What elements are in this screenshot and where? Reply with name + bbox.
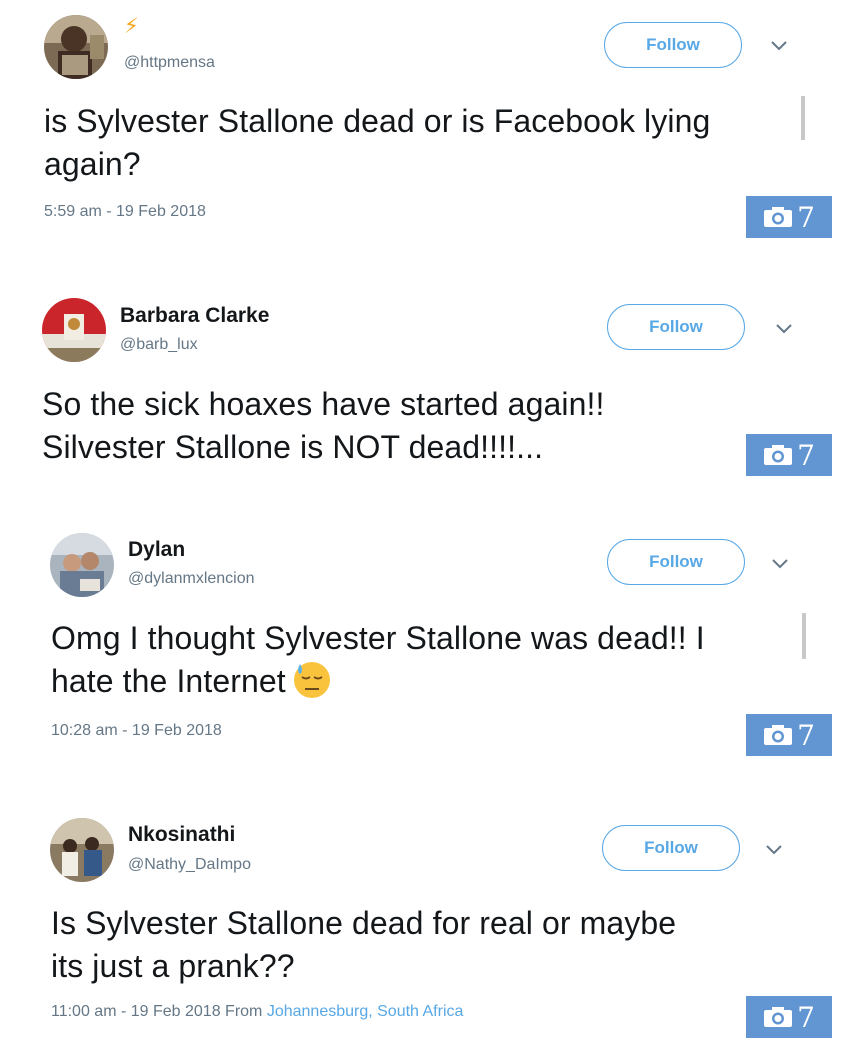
- camera-icon: [763, 444, 793, 466]
- display-name[interactable]: Barbara Clarke: [120, 304, 269, 328]
- user-handle[interactable]: @dylanmxlencion: [128, 570, 255, 588]
- avatar[interactable]: [50, 533, 114, 597]
- user-handle[interactable]: @barb_lux: [120, 336, 198, 354]
- timestamp[interactable]: 10:28 am - 19 Feb 2018: [51, 722, 222, 740]
- tweet-text-line-part: hate the Internet: [51, 663, 286, 699]
- avatar[interactable]: [50, 818, 114, 882]
- user-handle[interactable]: @Nathy_DaImpo: [128, 856, 251, 874]
- tweet-text-line: its just a prank??: [51, 948, 295, 984]
- emoji-downcast-sweat-icon: [292, 660, 332, 711]
- text-cursor-mark: [801, 96, 805, 140]
- display-name[interactable]: ⚡: [124, 14, 139, 39]
- tweet-text: Omg I thought Sylvester Stallone was dea…: [51, 617, 705, 711]
- chevron-down-icon[interactable]: [770, 40, 788, 52]
- text-cursor-mark: [802, 613, 806, 659]
- tweet-text-line: Is Sylvester Stallone dead for real or m…: [51, 905, 677, 941]
- camera-icon: [763, 206, 793, 228]
- photo-count: 7: [797, 718, 815, 752]
- photo-count-badge[interactable]: 7: [746, 714, 832, 756]
- tweet-text: is Sylvester Stallone dead or is Faceboo…: [44, 100, 710, 186]
- chevron-down-icon[interactable]: [771, 558, 789, 570]
- tweet-text-line: again?: [44, 146, 141, 182]
- timestamp[interactable]: 5:59 am - 19 Feb 2018: [44, 203, 206, 221]
- follow-button[interactable]: Follow: [602, 825, 740, 871]
- follow-button[interactable]: Follow: [604, 22, 742, 68]
- tweet-text-line: hate the Internet: [51, 660, 705, 711]
- tweet-text-line: Silvester Stallone is NOT dead!!!!...: [42, 429, 544, 465]
- display-name[interactable]: Nkosinathi: [128, 823, 235, 847]
- location-link[interactable]: Johannesburg, South Africa: [267, 1003, 464, 1020]
- timestamp-text[interactable]: 11:00 am - 19 Feb 2018 From: [51, 1003, 262, 1020]
- photo-count-badge[interactable]: 7: [746, 196, 832, 238]
- camera-icon: [763, 1006, 793, 1028]
- tweet-text-line: is Sylvester Stallone dead or is Faceboo…: [44, 103, 711, 139]
- user-handle[interactable]: @httpmensa: [124, 54, 215, 72]
- follow-button[interactable]: Follow: [607, 539, 745, 585]
- avatar[interactable]: [44, 15, 108, 79]
- photo-count: 7: [797, 1000, 815, 1034]
- chevron-down-icon[interactable]: [775, 323, 793, 335]
- avatar[interactable]: [42, 298, 106, 362]
- tweet-text: So the sick hoaxes have started again!! …: [42, 383, 604, 469]
- display-name[interactable]: Dylan: [128, 538, 185, 562]
- photo-count-badge[interactable]: 7: [746, 996, 832, 1038]
- tweet-3: Dylan @dylanmxlencion Follow Omg I thoug…: [0, 525, 848, 765]
- tweet-text-line: Omg I thought Sylvester Stallone was dea…: [51, 620, 705, 656]
- tweet-text: Is Sylvester Stallone dead for real or m…: [51, 902, 676, 988]
- photo-count-badge[interactable]: 7: [746, 434, 832, 476]
- timestamp: 11:00 am - 19 Feb 2018 From Johannesburg…: [51, 1003, 463, 1021]
- photo-count: 7: [797, 438, 815, 472]
- camera-icon: [763, 724, 793, 746]
- tweet-1: ⚡ @httpmensa Follow is Sylvester Stallon…: [0, 0, 848, 260]
- tweet-4: Nkosinathi @Nathy_DaImpo Follow Is Sylve…: [0, 810, 848, 1056]
- tweet-text-line: So the sick hoaxes have started again!!: [42, 386, 605, 422]
- follow-button[interactable]: Follow: [607, 304, 745, 350]
- photo-count: 7: [797, 200, 815, 234]
- chevron-down-icon[interactable]: [765, 844, 783, 856]
- tweet-2: Barbara Clarke @barb_lux Follow So the s…: [0, 290, 848, 490]
